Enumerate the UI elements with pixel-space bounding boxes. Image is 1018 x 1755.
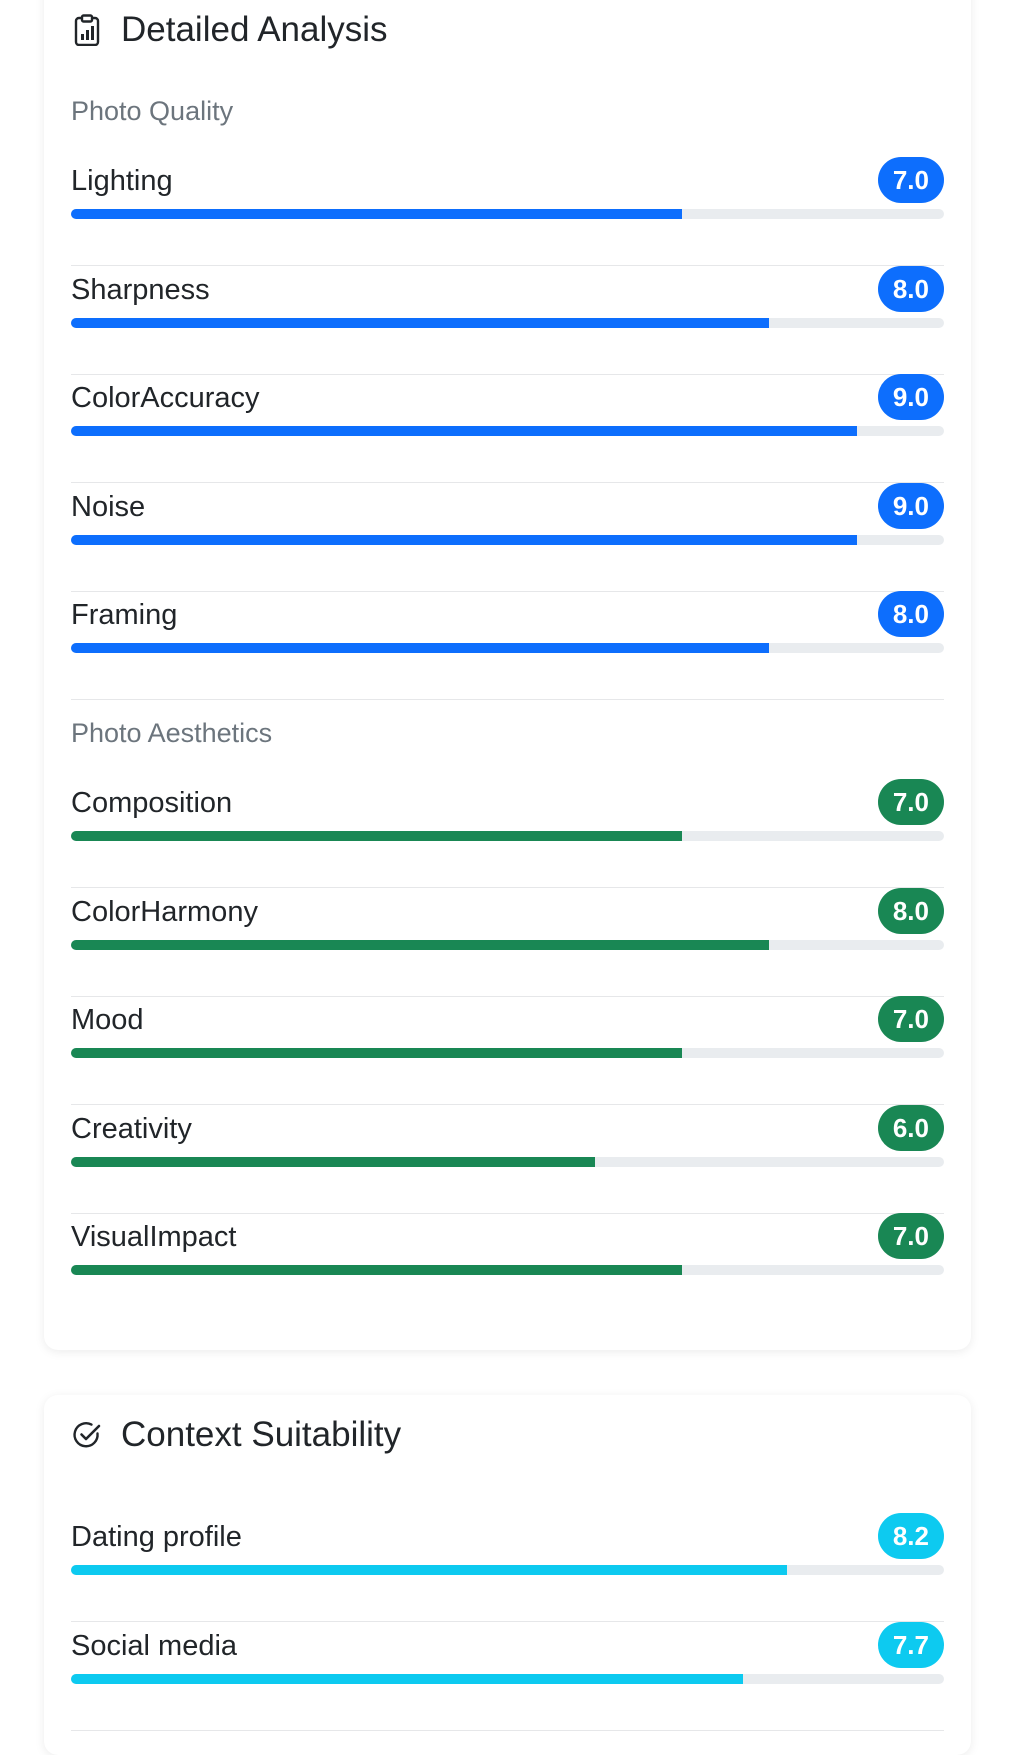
- metric-label: Noise: [71, 491, 146, 523]
- metric-label: Social media: [71, 1630, 238, 1662]
- context-suitability-header: Context Suitability: [71, 1415, 401, 1455]
- score-progress-fill: [71, 1157, 595, 1167]
- score-badge: 7.0: [877, 1213, 944, 1259]
- metric-label: ColorHarmony: [71, 896, 258, 928]
- detailed-analysis-card: Detailed Analysis Photo Quality Lighting 7…: [44, 0, 971, 1350]
- clipboard-chart-icon: [71, 14, 103, 46]
- score-progress-fill: [71, 209, 683, 219]
- score-badge: 9.0: [877, 374, 944, 420]
- context-suitability-title: Context Suitability: [121, 1415, 402, 1454]
- score-progress-fill: [71, 318, 770, 328]
- metric-row-composition: Composition 7.0: [71, 779, 944, 888]
- metric-row-coloraccuracy: ColorAccuracy 9.0: [71, 374, 944, 483]
- score-progress-fill: [71, 1048, 683, 1058]
- metric-row-framing: Framing 8.0: [71, 591, 944, 700]
- metric-label: Mood: [71, 1004, 144, 1036]
- score-progress-track: [71, 1265, 944, 1275]
- metric-label: Creativity: [71, 1113, 192, 1145]
- detailed-analysis-title: Detailed Analysis: [121, 10, 388, 49]
- metric-row-lighting: Lighting 7.0: [71, 157, 944, 266]
- score-badge: 7.0: [877, 996, 944, 1042]
- score-progress-track: [71, 1048, 944, 1058]
- score-progress-track: [71, 1157, 944, 1167]
- score-progress-fill: [71, 831, 683, 841]
- score-progress-fill: [71, 643, 770, 653]
- score-progress-track: [71, 1565, 944, 1575]
- metric-row-social-media: Social media 7.7: [71, 1622, 944, 1731]
- score-progress-fill: [71, 535, 857, 545]
- section-label-photo-quality: Photo Quality: [71, 96, 234, 126]
- metric-row-dating-profile: Dating profile 8.2: [71, 1513, 944, 1622]
- check-circle-icon: [71, 1419, 103, 1451]
- metric-label: Lighting: [71, 165, 173, 197]
- score-progress-fill: [71, 1674, 744, 1684]
- score-badge: 7.0: [877, 779, 944, 825]
- score-progress-track: [71, 426, 944, 436]
- section-label-photo-aesthetics: Photo Aesthetics: [71, 718, 273, 748]
- score-progress-fill: [71, 1565, 787, 1575]
- metric-label: Framing: [71, 599, 178, 631]
- detailed-analysis-header: Detailed Analysis: [71, 10, 388, 50]
- context-suitability-card: Context Suitability Dating profile 8.2 Soc…: [44, 1395, 971, 1755]
- score-progress-track: [71, 318, 944, 328]
- metric-label: VisualImpact: [71, 1221, 237, 1253]
- metric-label: ColorAccuracy: [71, 382, 260, 414]
- score-progress-fill: [71, 426, 857, 436]
- score-badge: 7.7: [877, 1622, 944, 1668]
- score-progress-track: [71, 209, 944, 219]
- score-progress-track: [71, 1674, 944, 1684]
- metric-row-sharpness: Sharpness 8.0: [71, 266, 944, 375]
- score-badge: 8.0: [877, 888, 944, 934]
- score-badge: 7.0: [877, 157, 944, 203]
- score-progress-track: [71, 940, 944, 950]
- metric-row-mood: Mood 7.0: [71, 996, 944, 1105]
- metric-row-noise: Noise 9.0: [71, 483, 944, 592]
- score-progress-fill: [71, 1265, 683, 1275]
- score-progress-track: [71, 831, 944, 841]
- metric-label: Sharpness: [71, 274, 210, 306]
- score-progress-fill: [71, 940, 770, 950]
- score-badge: 6.0: [877, 1105, 944, 1151]
- score-badge: 8.2: [877, 1513, 944, 1559]
- metric-label: Dating profile: [71, 1521, 242, 1553]
- score-badge: 8.0: [877, 591, 944, 637]
- score-badge: 9.0: [877, 483, 944, 529]
- score-badge: 8.0: [877, 266, 944, 312]
- metric-row-creativity: Creativity 6.0: [71, 1105, 944, 1214]
- metric-row-visualimpact: VisualImpact 7.0: [71, 1213, 944, 1322]
- metric-label: Composition: [71, 787, 233, 819]
- score-progress-track: [71, 643, 944, 653]
- metric-row-colorharmony: ColorHarmony 8.0: [71, 888, 944, 997]
- score-progress-track: [71, 535, 944, 545]
